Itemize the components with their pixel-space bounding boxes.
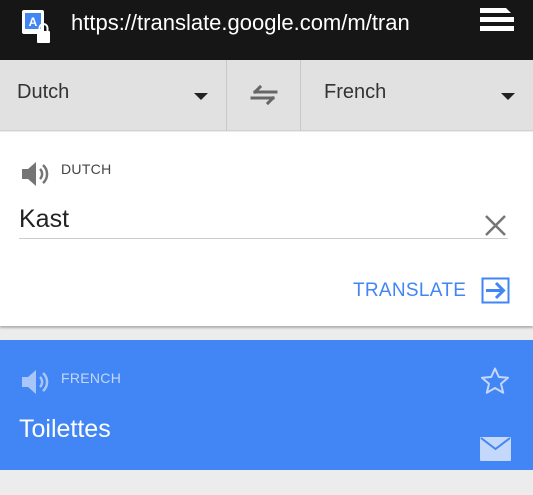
target-language-select[interactable]: French bbox=[301, 60, 533, 131]
mail-icon[interactable] bbox=[480, 437, 511, 461]
translation-result-text: Toilettes bbox=[19, 415, 111, 443]
source-text-input[interactable] bbox=[19, 201, 508, 239]
source-language-caption: DUTCH bbox=[61, 161, 112, 177]
clear-icon[interactable] bbox=[483, 213, 508, 238]
arrow-right-icon bbox=[481, 277, 510, 304]
swap-icon bbox=[250, 84, 278, 106]
menu-icon[interactable] bbox=[478, 6, 516, 36]
translation-result-card: FRENCH Toilettes bbox=[0, 340, 533, 470]
svg-text:A: A bbox=[29, 15, 38, 29]
source-language-label: Dutch bbox=[17, 81, 70, 103]
source-language-select[interactable]: Dutch bbox=[0, 60, 226, 131]
target-language-label: French bbox=[324, 81, 387, 103]
dropdown-icon bbox=[501, 93, 515, 100]
dropdown-icon bbox=[194, 93, 208, 100]
browser-url-bar: A https://translate.google.com/m/tran bbox=[0, 0, 533, 60]
translate-button[interactable]: TRANSLATE bbox=[352, 272, 512, 306]
url-text[interactable]: https://translate.google.com/m/tran bbox=[71, 9, 451, 37]
star-icon[interactable] bbox=[480, 366, 510, 396]
google-translate-site-icon: A bbox=[22, 10, 50, 43]
speaker-icon[interactable] bbox=[19, 366, 51, 398]
swap-languages-button[interactable] bbox=[227, 60, 300, 131]
bottom-area bbox=[0, 470, 533, 495]
language-selector-bar: Dutch French bbox=[0, 60, 533, 131]
result-language-caption: FRENCH bbox=[61, 370, 122, 386]
translate-label: TRANSLATE bbox=[353, 280, 467, 301]
speaker-icon[interactable] bbox=[19, 158, 51, 190]
source-input-card: DUTCH TRANSLATE bbox=[0, 132, 533, 326]
